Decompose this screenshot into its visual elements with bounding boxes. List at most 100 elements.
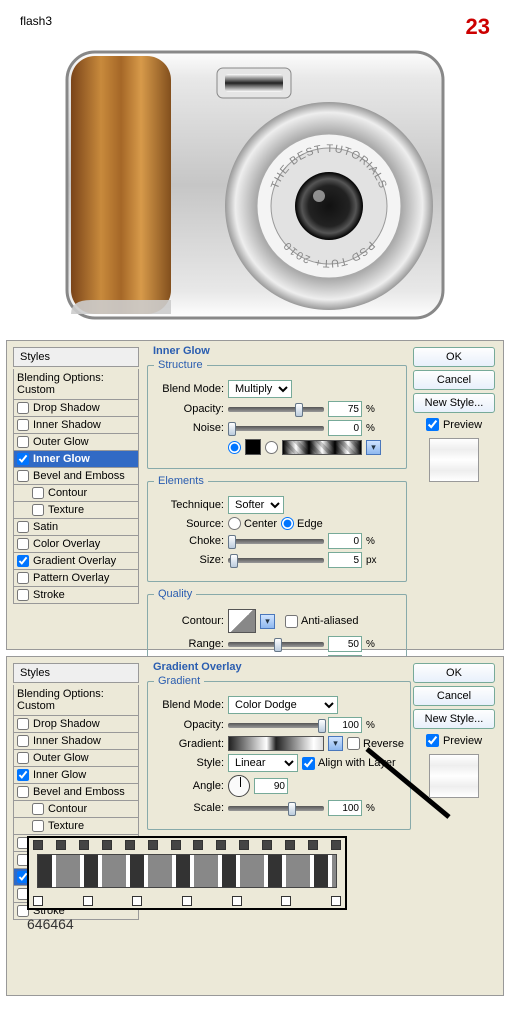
effect-row-outer-glow[interactable]: Outer Glow [13, 750, 139, 767]
effect-checkbox[interactable] [17, 786, 29, 798]
effect-row-stroke[interactable]: Stroke [13, 587, 139, 604]
gradient-dropdown-icon[interactable]: ▾ [328, 736, 343, 751]
effect-label: Inner Shadow [33, 735, 101, 747]
effect-checkbox[interactable] [17, 752, 29, 764]
effect-checkbox[interactable] [17, 718, 29, 730]
effect-checkbox[interactable] [17, 470, 29, 482]
gradient-editor-strip[interactable] [27, 836, 347, 910]
effect-label: Inner Shadow [33, 419, 101, 431]
new-style-button[interactable]: New Style... [413, 709, 495, 729]
preview-checkbox[interactable] [426, 734, 439, 747]
effect-checkbox[interactable] [17, 589, 29, 601]
choke-input[interactable] [328, 533, 362, 549]
effect-label: Stroke [33, 589, 65, 601]
effect-checkbox[interactable] [17, 436, 29, 448]
effect-checkbox[interactable] [17, 555, 29, 567]
size-slider[interactable] [228, 558, 324, 563]
color-radio-solid[interactable] [228, 441, 241, 454]
scale-input[interactable] [328, 800, 362, 816]
effect-row-texture[interactable]: Texture [13, 502, 139, 519]
effect-row-bevel-and-emboss[interactable]: Bevel and Emboss [13, 468, 139, 485]
opacity-slider[interactable] [228, 407, 324, 412]
cancel-button[interactable]: Cancel [413, 686, 495, 706]
ok-button[interactable]: OK [413, 347, 495, 367]
effect-checkbox[interactable] [17, 735, 29, 747]
effect-row-texture[interactable]: Texture [13, 818, 139, 835]
effect-row-contour[interactable]: Contour [13, 801, 139, 818]
effect-label: Outer Glow [33, 436, 89, 448]
effect-label: Pattern Overlay [33, 572, 109, 584]
preview-thumbnail [429, 754, 479, 798]
choke-slider[interactable] [228, 539, 324, 544]
effect-label: Inner Glow [33, 769, 86, 781]
effect-row-inner-glow[interactable]: Inner Glow [13, 767, 139, 784]
effect-row-satin[interactable]: Satin [13, 519, 139, 536]
contour-dropdown-icon[interactable]: ▾ [260, 614, 275, 629]
noise-slider[interactable] [228, 426, 324, 431]
effect-row-color-overlay[interactable]: Color Overlay [13, 536, 139, 553]
effect-checkbox[interactable] [32, 487, 44, 499]
range-input[interactable] [328, 636, 362, 652]
effect-checkbox[interactable] [17, 538, 29, 550]
source-center-radio[interactable] [228, 517, 241, 530]
angle-label: Angle: [154, 780, 224, 792]
effect-row-contour[interactable]: Contour [13, 485, 139, 502]
angle-input[interactable] [254, 778, 288, 794]
new-style-button[interactable]: New Style... [413, 393, 495, 413]
effect-row-gradient-overlay[interactable]: Gradient Overlay [13, 553, 139, 570]
noise-input[interactable] [328, 420, 362, 436]
effect-label: Bevel and Emboss [33, 470, 125, 482]
panel-title: Inner Glow [153, 345, 407, 357]
effect-checkbox[interactable] [17, 572, 29, 584]
effect-checkbox[interactable] [17, 453, 29, 465]
color-radio-gradient[interactable] [265, 441, 278, 454]
scale-slider[interactable] [228, 806, 324, 811]
effect-row-drop-shadow[interactable]: Drop Shadow [13, 400, 139, 417]
source-label: Source: [154, 518, 224, 530]
opacity-slider[interactable] [228, 723, 324, 728]
glow-color-swatch[interactable] [245, 439, 261, 455]
opacity-input[interactable] [328, 401, 362, 417]
anti-aliased-checkbox[interactable] [285, 615, 298, 628]
effect-row-pattern-overlay[interactable]: Pattern Overlay [13, 570, 139, 587]
preview-checkbox[interactable] [426, 418, 439, 431]
blend-mode-select[interactable]: Color Dodge [228, 696, 338, 714]
effect-row-drop-shadow[interactable]: Drop Shadow [13, 716, 139, 733]
effect-row-bevel-and-emboss[interactable]: Bevel and Emboss [13, 784, 139, 801]
size-input[interactable] [328, 552, 362, 568]
range-slider[interactable] [228, 642, 324, 647]
effect-checkbox[interactable] [32, 803, 44, 815]
effect-row-outer-glow[interactable]: Outer Glow [13, 434, 139, 451]
ok-button[interactable]: OK [413, 663, 495, 683]
blending-options-row[interactable]: Blending Options: Custom [13, 685, 139, 716]
effect-checkbox[interactable] [17, 419, 29, 431]
technique-select[interactable]: Softer [228, 496, 284, 514]
style-label: Style: [154, 757, 224, 769]
effect-checkbox[interactable] [32, 820, 44, 832]
blending-options-row[interactable]: Blending Options: Custom [13, 369, 139, 400]
reverse-checkbox[interactable] [347, 737, 360, 750]
effect-checkbox[interactable] [32, 504, 44, 516]
align-checkbox[interactable] [302, 757, 315, 770]
blend-mode-select[interactable]: Multiply [228, 380, 292, 398]
effect-checkbox[interactable] [17, 769, 29, 781]
effect-checkbox[interactable] [17, 521, 29, 533]
range-label: Range: [154, 638, 224, 650]
choke-label: Choke: [154, 535, 224, 547]
effect-row-inner-shadow[interactable]: Inner Shadow [13, 733, 139, 750]
glow-gradient-swatch[interactable] [282, 440, 362, 455]
source-edge-radio[interactable] [281, 517, 294, 530]
contour-swatch[interactable] [228, 609, 256, 633]
styles-header[interactable]: Styles [13, 663, 139, 683]
effect-row-inner-glow[interactable]: Inner Glow [13, 451, 139, 468]
cancel-button[interactable]: Cancel [413, 370, 495, 390]
styles-header[interactable]: Styles [13, 347, 139, 367]
gradient-preview-swatch[interactable] [228, 736, 324, 751]
effect-row-inner-shadow[interactable]: Inner Shadow [13, 417, 139, 434]
effect-checkbox[interactable] [17, 402, 29, 414]
effect-label: Drop Shadow [33, 718, 100, 730]
opacity-input[interactable] [328, 717, 362, 733]
style-select[interactable]: Linear [228, 754, 298, 772]
gradient-dropdown-icon[interactable]: ▾ [366, 440, 381, 455]
angle-dial[interactable] [228, 775, 250, 797]
